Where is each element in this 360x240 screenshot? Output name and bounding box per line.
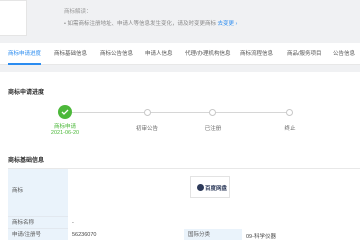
step-label-terminated: 终止 (284, 126, 296, 132)
step-label-registered: 已注册 (204, 126, 222, 132)
progress-connector (216, 112, 286, 113)
change-link[interactable]: 去变更 › (218, 21, 238, 27)
basic-info-table: 商标 商标名称 - 申请/注册号 56236070 国际分类 09-科学仪器 (8, 168, 360, 240)
tip-label: 商标解读： (64, 9, 92, 15)
progress-connector (151, 112, 209, 113)
step-pending-dot (144, 109, 151, 116)
progress-section-title: 商标申请进度 (8, 90, 45, 96)
trademark-thumbnail (0, 0, 27, 36)
step-date-apply: 2021-06-20 (50, 130, 80, 136)
class-label: 国际分类 (184, 229, 242, 240)
image-label: 商标 (8, 169, 68, 217)
tip-text: • 如需商标注册地址、申请人等信息发生变化，请及时变更商标 去变更 › (64, 19, 237, 27)
tab-notice-info[interactable]: 公告信息 (333, 43, 355, 65)
step-label-apply: 商标申请 (53, 124, 76, 130)
tab-application-progress[interactable]: 商标申请进度 (8, 43, 42, 65)
tab-goods-services[interactable]: 商品/服务项目 (287, 43, 322, 65)
class-value: 09-科学仪器 (246, 234, 276, 240)
name-label: 商标名称 (8, 217, 68, 229)
progress-connector (72, 112, 144, 113)
name-value: - (72, 220, 74, 226)
trademark-image: 百度网盘 (190, 176, 230, 198)
tab-basic-info[interactable]: 商标基础信息 (54, 43, 87, 65)
tab-agency-info[interactable]: 代理/办理机构信息 (185, 43, 231, 65)
tab-bar: 商标申请进度 商标基础信息 商标公告信息 申请人信息 代理/办理机构信息 商标流… (0, 43, 360, 65)
step-label-preliminary: 初审公告 (135, 126, 158, 132)
brand-text: 百度网盘 (205, 186, 228, 192)
step-complete-check-icon (58, 105, 72, 119)
tab-applicant-info[interactable]: 申请人信息 (145, 43, 173, 65)
tab-announcement-info[interactable]: 商标公告信息 (100, 43, 133, 65)
basic-info-section-title: 商标基础信息 (8, 158, 45, 164)
tip-message: • 如需商标注册地址、申请人等信息发生变化，请及时变更商标 (64, 21, 216, 27)
reg-number-label: 申请/注册号 (8, 229, 68, 240)
cloud-logo-icon (197, 184, 204, 191)
step-pending-dot (286, 109, 293, 116)
step-pending-dot (209, 109, 216, 116)
reg-number-value: 56236070 (72, 232, 97, 238)
tab-process-info[interactable]: 商标流程信息 (240, 43, 273, 65)
